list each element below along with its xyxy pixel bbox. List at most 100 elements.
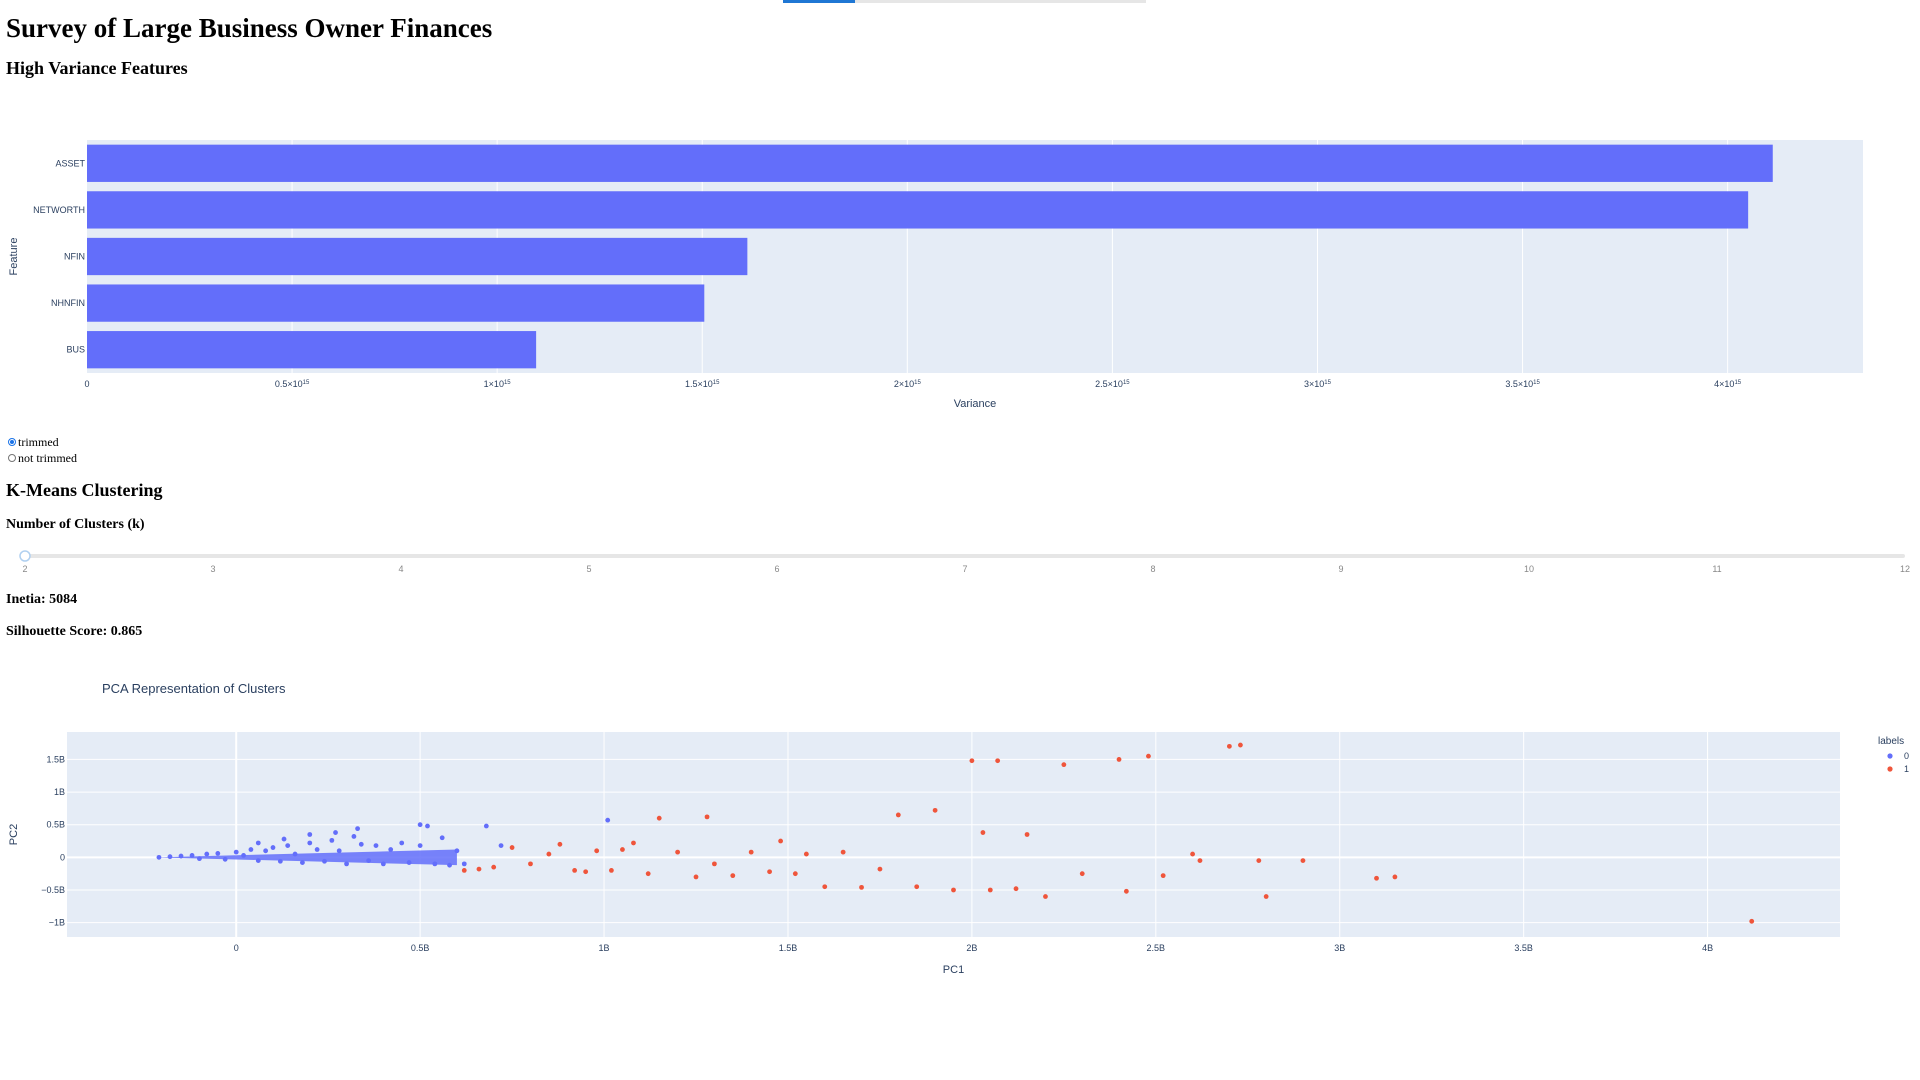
cluster-0-point [439,835,445,841]
bar-x-tick-label: 4×1015 [1714,379,1742,389]
radio-option-not-trimmed[interactable]: not trimmed [8,450,77,466]
radio-label-trimmed: trimmed [18,434,59,449]
radio-button-trimmed[interactable] [8,438,16,446]
cluster-0-point [417,843,423,848]
cluster-0-point [281,836,287,842]
slider-mark-label: 5 [586,564,591,574]
legend-title: labels [1878,736,1904,747]
scatter-x-tick-label: 0 [234,943,239,953]
cluster-1-point [631,840,636,846]
cluster-0-point [483,823,489,829]
cluster-1-point [980,830,986,835]
scatter-y-tick-label: 1.5B [46,754,65,764]
scatter-y-tick-label: −1B [49,918,65,928]
cluster-1-point [987,887,993,893]
bar-x-tick-label: 2.5×1015 [1095,379,1130,389]
radio-option-trimmed[interactable]: trimmed [8,434,77,450]
bar-category-label: ASSET [55,158,85,168]
cluster-1-point [1226,743,1232,749]
bar-x-tick-label: 2×1015 [894,379,922,389]
cluster-1-point [704,814,710,820]
bar-nfin [87,237,748,276]
cluster-1-point [995,758,1001,764]
cluster-1-point [1263,894,1269,899]
bar-bus [87,331,537,369]
cluster-1-point [1190,851,1195,857]
cluster-1-point [859,884,864,890]
bar-category-label: NFIN [64,252,85,262]
cluster-1-point [1749,918,1755,924]
inertia-text: Inetia: 5084 [6,592,78,607]
cluster-1-point [1238,742,1243,748]
scatter-x-tick-label: 1B [599,943,610,953]
cluster-0-point [461,861,467,867]
cluster-1-point [1146,753,1151,759]
variance-heading: High Variance Features [6,58,188,78]
cluster-0-point [263,848,269,854]
radio-button-not-trimmed[interactable] [8,454,16,462]
cluster-1-point [509,845,515,850]
cluster-0-point [351,834,357,839]
cluster-0-point [399,840,405,846]
cluster-1-point [546,851,552,857]
scatter-x-axis-title: PC1 [943,964,964,976]
scatter-plot-area [67,732,1840,937]
bar-networth [87,191,1749,229]
cluster-1-point [1061,762,1067,768]
cluster-1-point [1116,757,1122,762]
cluster-1-point [1013,886,1019,892]
cluster-1-point [1123,888,1129,894]
bar-category-label: NHNFIN [51,298,85,308]
scatter-title: PCA Representation of Clusters [102,681,286,696]
bar-x-tick-label: 3×1015 [1304,379,1332,389]
cluster-1-point [1197,858,1203,864]
legend-label-0: 0 [1904,751,1909,761]
cluster-0-point [605,817,611,823]
scatter-x-tick-label: 3B [1334,943,1345,953]
cluster-0-point [373,843,379,848]
variance-bar-chart: ASSET NETWORTH NFIN NHNFIN BUS 0 0.5×1015 1×101… [8,140,1863,410]
cluster-1-point [693,874,699,880]
cluster-1-point [1392,874,1398,880]
cluster-0-point [233,849,239,855]
top-tab-active-indicator[interactable] [783,0,855,3]
cluster-1-point [840,849,846,855]
cluster-count-slider[interactable]: 2 3 4 5 6 7 8 9 10 11 12 [0,544,1920,574]
cluster-1-point [1043,894,1048,899]
scatter-x-tick-label: 2.5B [1147,943,1166,953]
slider-mark-label: 4 [398,564,403,574]
cluster-1-point [932,807,938,813]
slider-mark-label: 9 [1338,564,1343,574]
legend-label-1: 1 [1904,764,1909,774]
slider-mark-label: 10 [1524,564,1534,574]
cluster-1-point [620,847,625,852]
scatter-x-tick-label: 1.5B [779,943,798,953]
slider-mark-label: 3 [210,564,215,574]
scatter-x-tick-label: 4B [1702,943,1713,953]
cluster-1-point [914,884,920,890]
bar-y-axis-title: Feature [8,238,20,276]
scatter-y-tick-label: −0.5B [41,885,65,895]
cluster-1-point [491,864,497,870]
scatter-x-tick-label: 0.5B [411,943,430,953]
cluster-1-point [594,848,600,854]
cluster-1-point [528,861,533,867]
cluster-1-point [778,838,784,844]
cluster-1-point [822,884,828,890]
scatter-x-tick-label: 2B [966,943,977,953]
cluster-1-point [792,871,798,877]
silhouette-text: Silhouette Score: 0.865 [6,624,143,639]
cluster-0-point [285,843,291,848]
bar-x-tick-label: 0.5×1015 [275,379,310,389]
cluster-0-point [270,845,276,850]
cluster-1-point [895,812,901,818]
cluster-0-point [248,847,254,852]
cluster-1-point [767,869,772,875]
scatter-y-tick-label: 1B [54,787,65,797]
scatter-x-tick-label: 3.5B [1514,943,1533,953]
cluster-1-point [656,815,662,821]
bar-x-tick-label: 1.5×1015 [685,379,720,389]
cluster-1-point [609,868,614,873]
kmeans-heading: K-Means Clustering [6,480,163,500]
cluster-0-point [358,841,364,847]
